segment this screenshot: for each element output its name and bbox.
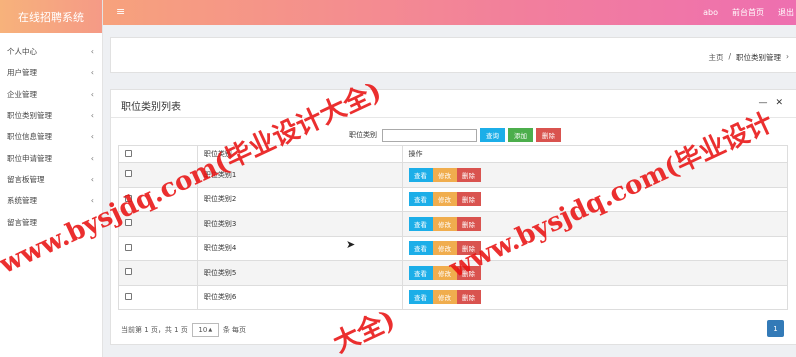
table-row: 职位类别2 查看 修改 删除: [118, 186, 789, 212]
sidebar-item-label: 用户管理: [7, 68, 37, 78]
sidebar-item-user-management[interactable]: 用户管理 ‹: [0, 62, 102, 83]
page-size-suffix: 条 每页: [222, 326, 247, 334]
query-button[interactable]: 查询: [480, 128, 505, 142]
view-button[interactable]: 查看: [408, 167, 433, 182]
breadcrumb: 主页 / 职位类别管理 ›: [708, 52, 789, 63]
sidebar: 在线招聘系统 个人中心 ‹ 用户管理 ‹ 企业管理 ‹ 职位类别管理 ‹ 职位信息管理 ‹…: [0, 0, 103, 357]
row-select-cell: [118, 284, 198, 310]
sidebar-item-label: 个人中心: [7, 47, 37, 57]
caret-up-icon: ▲: [208, 327, 213, 333]
row-checkbox[interactable]: [125, 243, 132, 251]
search-input[interactable]: [382, 128, 477, 142]
select-all-checkbox[interactable]: [125, 149, 132, 157]
page-info-text: 当前第 1 页，共 1 页: [121, 326, 188, 334]
user-name-link[interactable]: abo: [703, 8, 718, 17]
delete-button[interactable]: 删除: [456, 167, 481, 182]
row-select-cell: [118, 260, 198, 286]
close-icon[interactable]: ✕: [775, 98, 783, 108]
top-bar: ≡ abo 前台首页 退出: [103, 0, 796, 25]
mouse-cursor-icon: ➤: [346, 238, 356, 251]
chevron-left-icon: ‹: [90, 174, 94, 184]
sidebar-item-label: 留言管理: [7, 217, 37, 227]
row-checkbox[interactable]: [125, 268, 132, 276]
category-name-cell: 职位类别4: [196, 235, 403, 261]
chevron-left-icon: ‹: [90, 89, 94, 99]
breadcrumb-current: 职位类别管理: [736, 53, 781, 62]
chevron-left-icon: ‹: [90, 68, 94, 78]
row-select-cell: [118, 235, 198, 261]
chevron-left-icon: ‹: [90, 153, 94, 163]
page-size-value: 10: [198, 326, 208, 334]
category-name-cell: 职位类别3: [196, 211, 403, 237]
search-label: 职位类别: [349, 131, 377, 139]
delete-button[interactable]: 删除: [456, 216, 481, 231]
category-name-cell: 职位类别5: [196, 260, 403, 286]
logout-link[interactable]: 退出: [778, 7, 794, 18]
sidebar-item-message-board-management[interactable]: 留言板管理 ‹: [0, 169, 102, 190]
top-links: abo 前台首页 退出: [703, 0, 796, 25]
sidebar-item-company-management[interactable]: 企业管理 ‹: [0, 84, 102, 105]
edit-button[interactable]: 修改: [432, 290, 457, 305]
edit-button[interactable]: 修改: [432, 167, 457, 182]
home-page-link[interactable]: 前台首页: [732, 7, 764, 18]
table-row: 职位类别6 查看 修改 删除: [118, 284, 789, 310]
add-button[interactable]: 添加: [508, 128, 533, 142]
app-title: 在线招聘系统: [0, 0, 102, 33]
sidebar-item-label: 职位申请管理: [7, 153, 52, 163]
delete-button[interactable]: 删除: [456, 290, 481, 305]
search-bar: 职位类别 查询 添加 删除: [349, 128, 561, 142]
view-button[interactable]: 查看: [408, 241, 433, 256]
breadcrumb-home[interactable]: 主页: [708, 52, 723, 63]
table-row: 职位类别3 查看 修改 删除: [118, 211, 789, 237]
hamburger-menu-icon[interactable]: ≡: [116, 5, 125, 18]
page-size-select[interactable]: 10 ▲: [191, 323, 219, 337]
sidebar-item-job-info-management[interactable]: 职位信息管理 ‹: [0, 126, 102, 147]
edit-button[interactable]: 修改: [432, 216, 457, 231]
sidebar-item-label: 职位信息管理: [7, 132, 52, 142]
sidebar-item-job-application-management[interactable]: 职位申请管理 ‹: [0, 147, 102, 168]
view-button[interactable]: 查看: [408, 216, 433, 231]
chevron-left-icon: ‹: [90, 111, 94, 121]
sidebar-item-label: 留言板管理: [7, 174, 45, 184]
chevron-left-icon: ‹: [90, 47, 94, 57]
row-checkbox[interactable]: [125, 170, 132, 178]
view-button[interactable]: 查看: [408, 290, 433, 305]
batch-delete-button[interactable]: 删除: [536, 128, 561, 142]
sidebar-item-personal-center[interactable]: 个人中心 ‹: [0, 41, 102, 62]
view-button[interactable]: 查看: [408, 265, 433, 280]
edit-button[interactable]: 修改: [432, 192, 457, 207]
view-button[interactable]: 查看: [408, 192, 433, 207]
panel-title: 职位类别列表: [121, 102, 181, 113]
list-panel: 职位类别列表 — ✕ 职位类别 查询 添加 删除 职位类别 操作 职位类别1 查…: [110, 89, 796, 345]
sidebar-item-label: 系统管理: [7, 196, 37, 206]
row-checkbox[interactable]: [125, 292, 132, 300]
panel-divider: [111, 117, 796, 118]
pagination-info: 当前第 1 页，共 1 页 10 ▲ 条 每页: [121, 323, 246, 337]
chevron-left-icon: ‹: [90, 132, 94, 142]
breadcrumb-panel: 主页 / 职位类别管理 ›: [110, 37, 796, 73]
breadcrumb-trailing-chevron-icon: ›: [786, 52, 789, 61]
sidebar-item-label: 企业管理: [7, 89, 37, 99]
delete-button[interactable]: 删除: [456, 192, 481, 207]
sidebar-item-job-category-management[interactable]: 职位类别管理 ‹: [0, 105, 102, 126]
breadcrumb-separator: /: [728, 52, 731, 61]
category-name-cell: 职位类别2: [196, 186, 403, 212]
actions-cell: 查看 修改 删除: [401, 284, 789, 310]
sidebar-item-label: 职位类别管理: [7, 111, 52, 121]
page-number-button[interactable]: 1: [767, 320, 784, 337]
